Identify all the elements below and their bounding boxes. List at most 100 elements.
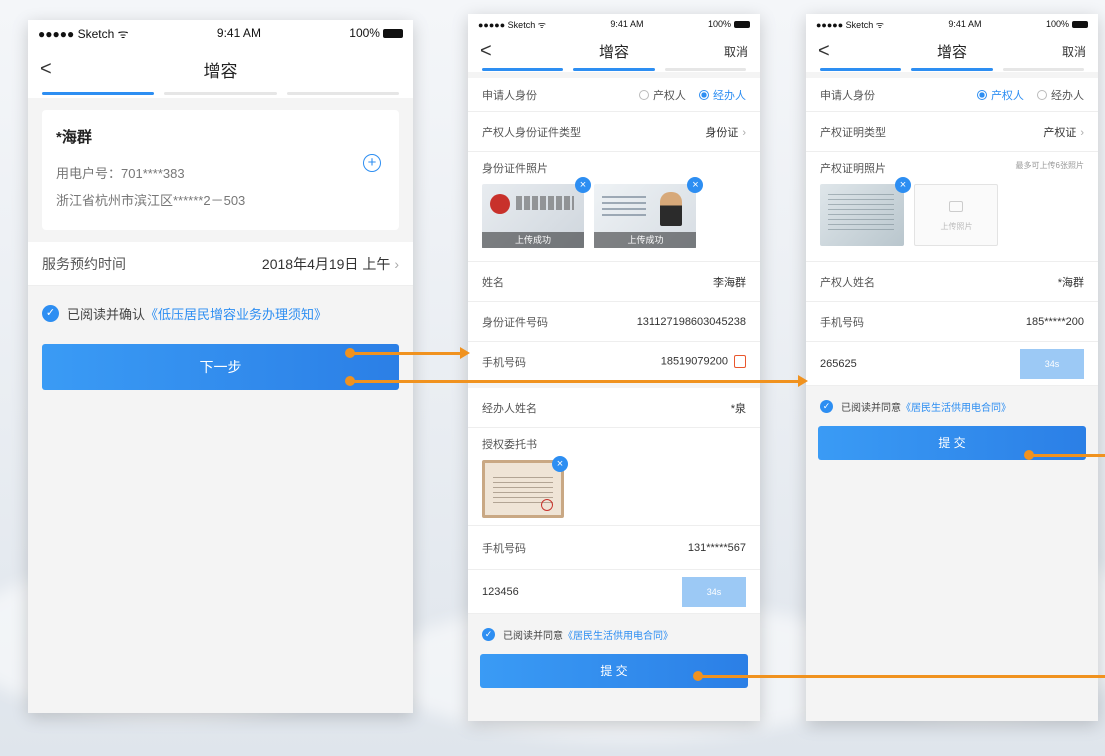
phone-value: 18519079200 [660, 355, 728, 368]
owner-label: 产权人姓名 [820, 276, 875, 289]
agreement-row[interactable]: ✓ 已阅读并确认 《低压居民增容业务办理须知》 [28, 286, 413, 340]
clock-label: 9:41 AM [610, 19, 644, 29]
chevron-right-icon: › [1080, 126, 1084, 139]
cert-photo-section: 产权证明照片 最多可上传6张照片 × 上传照片 [806, 152, 1098, 262]
agreement-link[interactable]: 《低压居民增容业务办理须知》 [145, 304, 327, 323]
radio-owner[interactable]: 产权人 [976, 87, 1024, 103]
cert-photo[interactable]: × [820, 177, 911, 246]
radio-owner-label: 产权人 [990, 89, 1024, 102]
meter-number: 用电户号：701****383 [56, 166, 185, 181]
account-card[interactable]: *海群 用电户号：701****383 浙江省杭州市滨江区******2－503… [42, 110, 399, 230]
chevron-right-icon: › [742, 126, 746, 139]
name-label: 姓名 [482, 276, 504, 289]
id-photo-section: 身份证件照片 × 上传成功 × 上传成功 [468, 152, 760, 262]
service-value: 2018年4月19日 上午 [261, 255, 391, 272]
radio-owner[interactable]: 产权人 [638, 87, 686, 103]
code-row: 34s [806, 342, 1098, 386]
back-button[interactable]: < [40, 58, 80, 81]
phone-label: 手机号码 [482, 356, 526, 369]
authorization-photo[interactable]: × [482, 456, 568, 518]
add-circle-icon[interactable]: + [363, 154, 381, 172]
arrow-head-icon [460, 347, 470, 359]
clock-label: 9:41 AM [216, 26, 261, 40]
upload-photo-button[interactable]: 上传照片 [914, 184, 999, 246]
agent-name-row: 经办人姓名 *泉 [468, 388, 760, 428]
remove-photo-icon[interactable]: × [575, 177, 591, 193]
flow-arrow [352, 352, 462, 355]
service-time-row[interactable]: 服务预约时间 2018年4月19日 上午 › [28, 242, 413, 286]
remove-photo-icon[interactable]: × [687, 177, 704, 193]
back-button[interactable]: < [480, 40, 520, 63]
phone-row: 手机号码 18519079200 [468, 342, 760, 382]
phone-row: 手机号码 185*****200 [806, 302, 1098, 342]
submit-button[interactable]: 提 交 [480, 654, 748, 688]
flow-arrow [352, 380, 800, 383]
owner-name-row: 产权人姓名 *海群 [806, 262, 1098, 302]
screen-3: ●●●●● Sketch ᯤ 9:41 AM 100% < 增容 取消 申请人身… [806, 14, 1098, 721]
remove-photo-icon[interactable]: × [895, 177, 911, 193]
agreement-link[interactable]: 《居民生活供用电合同》 [901, 399, 1011, 414]
name-value: 李海群 [713, 276, 746, 289]
battery-label: 100% [707, 19, 731, 29]
name-row: 姓名 李海群 [468, 262, 760, 302]
radio-agent-label: 经办人 [1051, 89, 1084, 102]
status-bar: ●●●●● Sketch ᯤ 9:41 AM 100% [28, 20, 413, 46]
cert-label: 产权证明类型 [820, 126, 886, 139]
back-button[interactable]: < [818, 40, 858, 63]
carrier-label: ●●●●● Sketch ᯤ [38, 26, 129, 41]
radio-agent-label: 经办人 [713, 89, 746, 102]
resend-code-button[interactable]: 34s [1020, 348, 1084, 379]
authorization-section: 授权委托书 × [468, 428, 760, 526]
agent-name-value: *泉 [730, 402, 746, 415]
page-title: 增容 [598, 43, 629, 61]
agree-prefix: 已阅读并确认 [67, 306, 146, 322]
carrier-label: ●●●●● Sketch ᯤ [478, 19, 546, 30]
phone-label: 手机号码 [820, 316, 864, 329]
screen-2: ●●●●● Sketch ᯤ 9:41 AM 100% < 增容 取消 申请人身… [468, 14, 760, 721]
agreement-row[interactable]: ✓ 已阅读并同意 《居民生活供用电合同》 [806, 386, 1098, 426]
idtype-row[interactable]: 产权人身份证件类型 身份证 › [468, 112, 760, 152]
phone2-label: 手机号码 [482, 542, 526, 555]
idno-row: 身份证件号码 131127198603045238 [468, 302, 760, 342]
cert-type-row[interactable]: 产权证明类型 产权证 › [806, 112, 1098, 152]
remove-photo-icon[interactable]: × [552, 456, 568, 472]
status-bar: ●●●●● Sketch ᯤ 9:41 AM 100% [806, 14, 1098, 34]
phone2-row: 手机号码 131*****567 [468, 526, 760, 570]
resend-code-button[interactable]: 34s [682, 576, 746, 607]
check-icon[interactable]: ✓ [42, 304, 59, 322]
cancel-button[interactable]: 取消 [1046, 43, 1086, 60]
verify-code-input[interactable] [820, 357, 940, 370]
agree-prefix: 已阅读并同意 [841, 402, 901, 414]
check-icon[interactable]: ✓ [482, 627, 495, 641]
idno-value: 131127198603045238 [636, 315, 746, 328]
photo-hint: 最多可上传6张照片 [1015, 161, 1084, 170]
page-title: 增容 [203, 61, 238, 81]
account-address: 浙江省杭州市滨江区******2－503 [56, 193, 246, 208]
owner-value: *海群 [1057, 276, 1084, 289]
portrait-icon [660, 192, 683, 226]
radio-owner-label: 产权人 [652, 89, 686, 102]
battery-icon [733, 21, 750, 29]
identity-row: 申请人身份 产权人 经办人 [806, 78, 1098, 112]
radio-agent[interactable]: 经办人 [699, 87, 746, 103]
cancel-button[interactable]: 取消 [708, 43, 748, 60]
auth-label: 授权委托书 [482, 439, 537, 451]
phone2-value: 131*****567 [687, 541, 746, 554]
step-progress [468, 68, 760, 72]
battery-label: 100% [1045, 19, 1069, 29]
camera-icon [949, 201, 964, 212]
id-card-back-art [602, 196, 647, 218]
check-icon[interactable]: ✓ [820, 399, 833, 413]
agree-prefix: 已阅读并同意 [503, 630, 563, 642]
id-back-photo[interactable]: × 上传成功 [594, 177, 704, 248]
id-front-photo[interactable]: × 上传成功 [482, 177, 591, 248]
verify-code-input[interactable] [482, 585, 602, 598]
idno-label: 身份证件号码 [482, 316, 548, 329]
clock-label: 9:41 AM [948, 19, 982, 29]
contact-book-icon[interactable] [734, 355, 746, 368]
agreement-link[interactable]: 《居民生活供用电合同》 [563, 627, 673, 642]
agreement-row[interactable]: ✓ 已阅读并同意 《居民生活供用电合同》 [468, 614, 760, 654]
cert-value: 产权证 [1043, 126, 1077, 139]
radio-agent[interactable]: 经办人 [1037, 87, 1084, 103]
flow-arrow [1030, 454, 1105, 457]
